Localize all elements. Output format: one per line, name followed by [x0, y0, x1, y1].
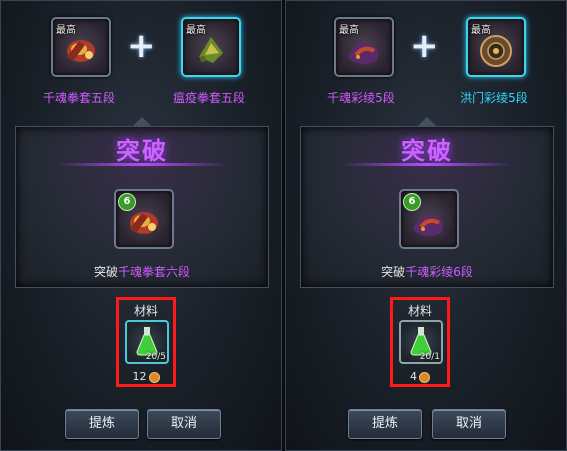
cost: 12 [119, 370, 173, 383]
plus-icon: + [127, 26, 156, 66]
material-label: 材料 [133, 304, 158, 318]
refine-button[interactable]: 提炼 [348, 409, 422, 439]
material-section: 材料 20/5 12 [116, 297, 176, 387]
ingredient-a-name: 千魂彩绫5段 [327, 91, 395, 105]
gauntlet-icon [67, 40, 95, 62]
arrow-up-icon [417, 117, 437, 127]
material-count: 20/5 [145, 352, 166, 362]
material-slot[interactable]: 20/1 [399, 320, 443, 364]
ingredient-slot-a[interactable]: 最高 [51, 17, 111, 77]
ribbon-icon [348, 42, 379, 64]
result-prefix: 突破 [381, 265, 406, 279]
result-text: 突破千魂彩绫6段 [301, 263, 553, 280]
material-label: 材料 [407, 304, 432, 318]
ribbon-icon [413, 214, 444, 236]
result-name: 千魂彩绫6段 [405, 265, 473, 279]
ingredient-row: 最高 + 最高 千魂拳套五段 瘟疫拳套五段 [1, 9, 281, 119]
ingredient-a-name: 千魂拳套五段 [42, 91, 115, 105]
cost: 4 [393, 370, 447, 383]
ingredient-row: 最高 + 最高 千魂彩绫5段 洪门彩绫5段 [286, 9, 566, 119]
breakthrough-box: 突破 6 突破千魂拳套六段 [15, 117, 269, 288]
breakthrough-panel-left: 最高 + 最高 千魂拳套五段 瘟疫拳套五段 突破 6 突破千魂拳套六段 材料 2… [0, 0, 282, 451]
ribbon-icon [480, 35, 512, 67]
ingredient-slot-a[interactable]: 最高 [334, 17, 394, 77]
breakthrough-title: 突破 [401, 137, 453, 165]
breakthrough-box: 突破 6 突破千魂彩绫6段 [300, 117, 554, 288]
result-prefix: 突破 [93, 265, 118, 279]
ingredient-slot-b[interactable]: 最高 [466, 17, 526, 77]
ingredient-b-name: 洪门彩绫5段 [460, 91, 528, 105]
ingredient-b-name: 瘟疫拳套五段 [172, 91, 245, 105]
refine-button[interactable]: 提炼 [65, 409, 139, 439]
result-slot[interactable]: 6 [114, 189, 174, 249]
cost-amount: 4 [410, 370, 417, 383]
material-section: 材料 20/1 4 [390, 297, 450, 387]
title-glow [56, 163, 228, 166]
cancel-button[interactable]: 取消 [432, 409, 506, 439]
result-name: 千魂拳套六段 [118, 265, 191, 279]
coin-icon [148, 371, 160, 383]
result-text: 突破千魂拳套六段 [16, 263, 268, 280]
coin-icon [419, 371, 430, 383]
arrow-up-icon [132, 117, 152, 127]
material-slot[interactable]: 20/5 [125, 320, 169, 364]
title-glow [341, 163, 513, 166]
gauntlet-icon [130, 212, 158, 234]
cancel-button[interactable]: 取消 [147, 409, 221, 439]
material-count: 20/1 [419, 352, 440, 362]
breakthrough-panel-right: 最高 + 最高 千魂彩绫5段 洪门彩绫5段 突破 6 突破千魂彩绫6段 材料 2… [285, 0, 567, 451]
gauntlet-icon [199, 37, 223, 63]
result-slot[interactable]: 6 [399, 189, 459, 249]
plus-icon: + [410, 26, 439, 66]
breakthrough-title: 突破 [116, 137, 168, 165]
cost-amount: 12 [132, 370, 147, 383]
ingredient-slot-b[interactable]: 最高 [181, 17, 241, 77]
